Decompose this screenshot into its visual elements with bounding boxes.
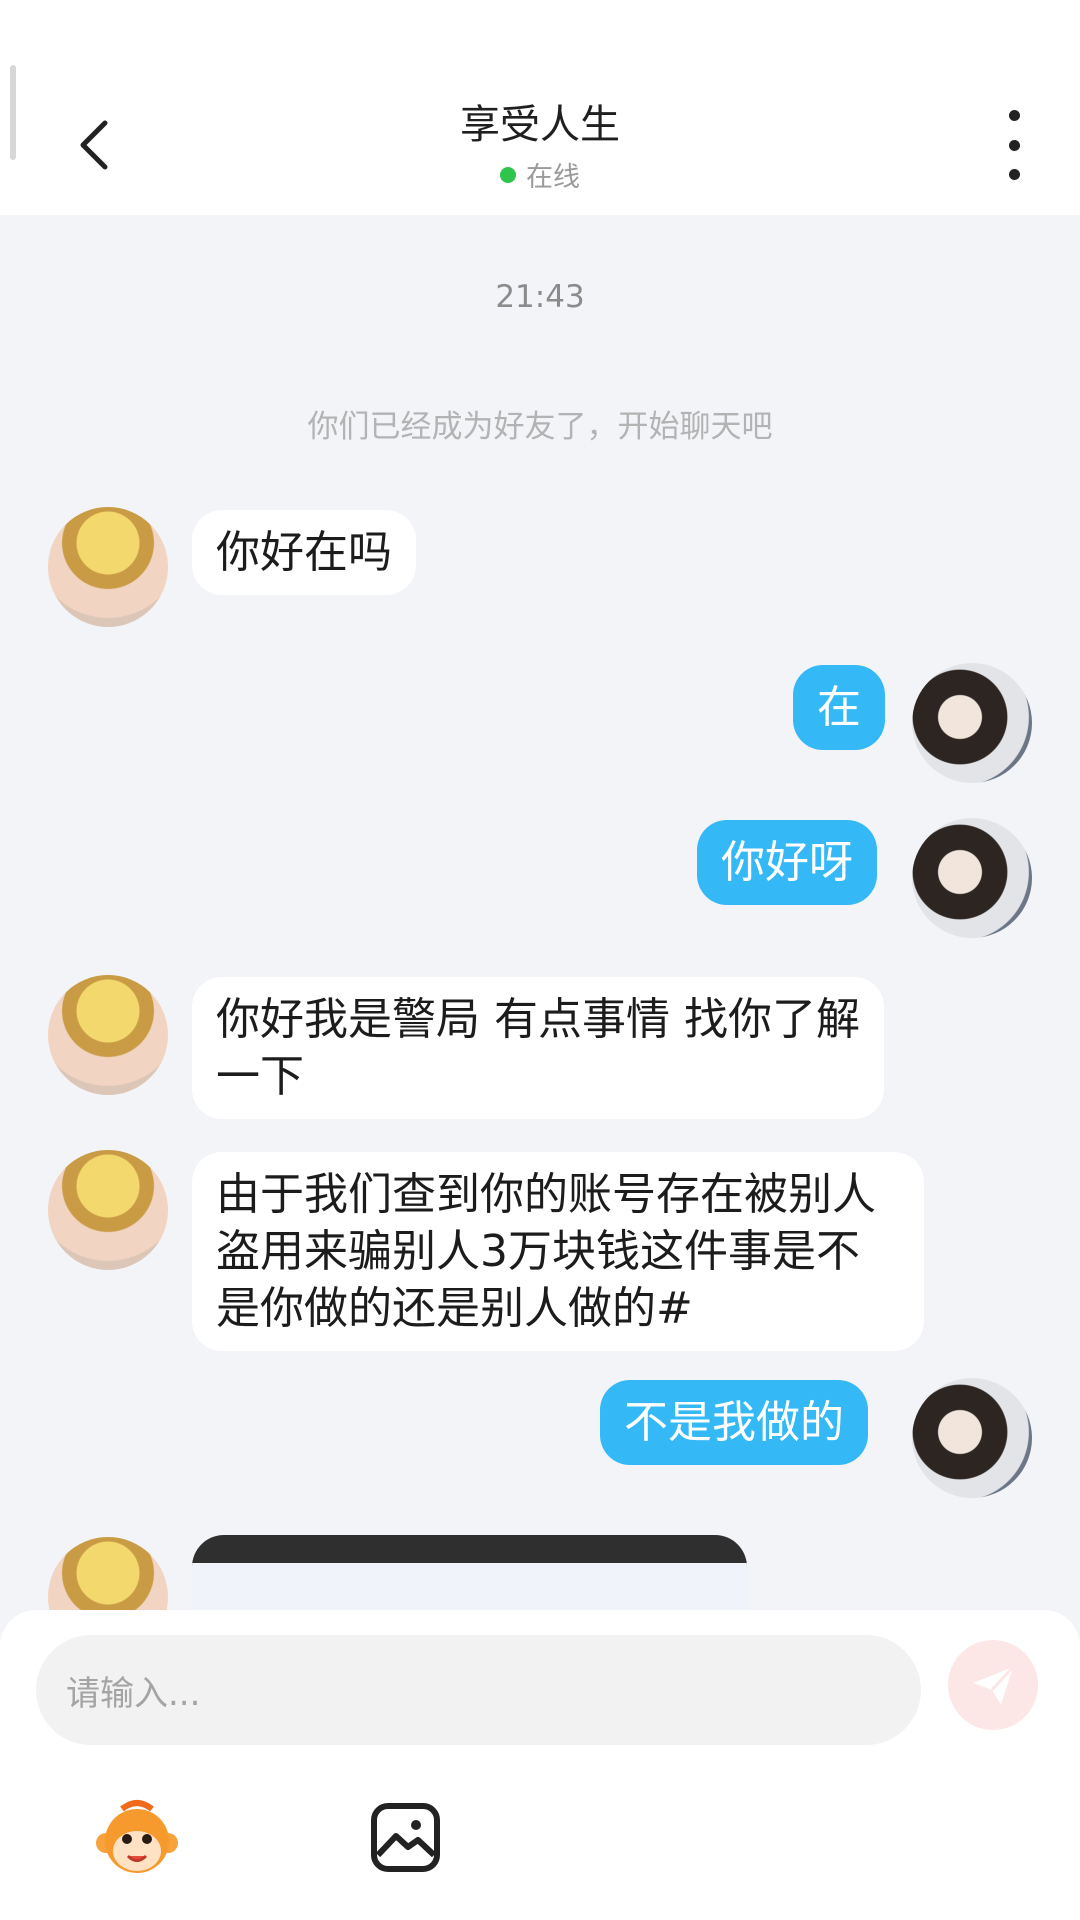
- image-icon: [371, 1803, 440, 1872]
- incoming-message-bubble[interactable]: 由于我们查到你的账号存在被别人盗用来骗别人3万块钱这件事是不是你做的还是别人做的…: [192, 1152, 924, 1351]
- system-notice: 你们已经成为好友了，开始聊天吧: [307, 409, 773, 445]
- contact-avatar[interactable]: [48, 507, 168, 627]
- contact-avatar[interactable]: [48, 1537, 168, 1610]
- status-label: 在线: [526, 162, 580, 193]
- image-button[interactable]: [368, 1800, 443, 1875]
- online-dot-icon: [500, 166, 516, 183]
- input-bar: 请输入...: [0, 1610, 1080, 1920]
- contact-status: 在线: [0, 155, 1080, 194]
- message-input[interactable]: 请输入...: [36, 1635, 921, 1745]
- outgoing-message-bubble[interactable]: 不是我做的: [600, 1380, 868, 1465]
- message-timestamp: 21:43: [495, 279, 585, 315]
- emoji-monkey-icon: [96, 1800, 178, 1873]
- contact-avatar[interactable]: [48, 1150, 168, 1270]
- outgoing-message-bubble[interactable]: 你好呀: [697, 820, 877, 905]
- message-list[interactable]: 21:43 你们已经成为好友了，开始聊天吧 你好在吗 在 你好呀 你好我是警局 …: [0, 215, 1080, 1610]
- send-icon: [973, 1665, 1015, 1705]
- more-vertical-icon: [1008, 110, 1020, 121]
- my-avatar[interactable]: [912, 1378, 1032, 1498]
- my-avatar[interactable]: [912, 663, 1032, 783]
- incoming-message-bubble[interactable]: 你好在吗: [192, 510, 416, 595]
- send-button[interactable]: [948, 1640, 1038, 1730]
- chat-header: 享受人生 在线: [0, 0, 1080, 215]
- more-options-button[interactable]: [992, 110, 1036, 180]
- emoji-button[interactable]: [92, 1795, 182, 1885]
- image-message-card[interactable]: [192, 1535, 747, 1610]
- contact-avatar[interactable]: [48, 975, 168, 1095]
- contact-name: 享受人生: [460, 102, 620, 148]
- my-avatar[interactable]: [912, 818, 1032, 938]
- incoming-message-bubble[interactable]: 你好我是警局 有点事情 找你了解一下: [192, 977, 884, 1119]
- outgoing-message-bubble[interactable]: 在: [793, 665, 885, 750]
